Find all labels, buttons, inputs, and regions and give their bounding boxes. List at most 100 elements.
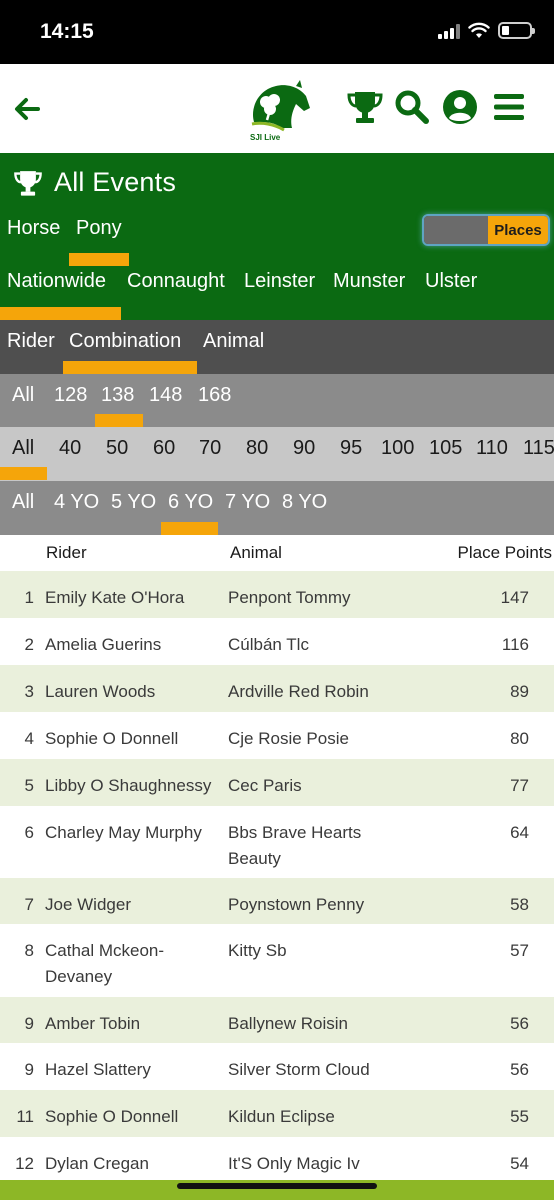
- user-account-icon[interactable]: [441, 88, 479, 126]
- row-rider: Amelia Guerins: [45, 635, 162, 654]
- search-icon[interactable]: [393, 88, 431, 126]
- row-rider: Emily Kate O'Hora: [45, 588, 185, 607]
- row-points: 64: [510, 823, 529, 842]
- row-position: 9: [24, 1060, 34, 1079]
- tab-class-148[interactable]: 148: [149, 384, 182, 407]
- row-points: 57: [510, 941, 529, 960]
- table-row[interactable]: 12 Dylan Cregan It'S Only Magic Iv 54: [0, 1137, 554, 1180]
- tab-leinster[interactable]: Leinster: [244, 270, 315, 293]
- tab-age-4yo[interactable]: 4 YO: [54, 491, 99, 514]
- home-indicator[interactable]: [177, 1183, 377, 1189]
- row-animal: Silver Storm Cloud: [228, 1060, 370, 1079]
- app-header: SJI Live: [0, 64, 554, 153]
- row-rider: Cathal Mckeon-Devaney: [45, 941, 165, 986]
- type-filter-bar: Rider Combination Animal: [0, 320, 554, 374]
- row-rider: Libby O Shaughnessy: [45, 776, 212, 795]
- tab-horse[interactable]: Horse: [7, 217, 60, 240]
- cellular-signal-icon: [438, 23, 460, 39]
- row-animal: Kildun Eclipse: [228, 1107, 335, 1126]
- table-row[interactable]: 7 Joe Widger Poynstown Penny 58: [0, 878, 554, 924]
- row-animal: Poynstown Penny: [228, 895, 365, 914]
- tab-age-5yo[interactable]: 5 YO: [111, 491, 156, 514]
- tab-nationwide[interactable]: Nationwide: [7, 270, 106, 293]
- row-animal: Penpont Tommy: [228, 588, 351, 607]
- height-filter-bar: All 40 50 60 70 80 90 95 100 105 110 115: [0, 427, 554, 481]
- row-animal: Ballynew Roisin: [228, 1014, 348, 1033]
- tab-height-115[interactable]: 115: [523, 437, 554, 460]
- tab-connaught[interactable]: Connaught: [127, 270, 225, 293]
- row-animal: Cec Paris: [228, 776, 302, 795]
- tab-age-6yo[interactable]: 6 YO: [168, 491, 213, 514]
- tab-animal[interactable]: Animal: [203, 330, 264, 353]
- tab-munster[interactable]: Munster: [333, 270, 405, 293]
- row-animal: Bbs Brave Hearts Beauty: [228, 823, 362, 868]
- row-rider: Joe Widger: [45, 895, 131, 914]
- tab-pony-active-indicator: [69, 253, 129, 266]
- table-row[interactable]: 6 Charley May Murphy Bbs Brave Hearts Be…: [0, 806, 554, 878]
- row-rider: Sophie O Donnell: [45, 1107, 179, 1126]
- tab-height-70[interactable]: 70: [199, 437, 221, 460]
- tab-class-168[interactable]: 168: [198, 384, 231, 407]
- row-animal: Kitty Sb: [228, 941, 287, 960]
- tab-height-90[interactable]: 90: [293, 437, 315, 460]
- row-points: 56: [510, 1014, 529, 1033]
- back-arrow-icon[interactable]: [10, 92, 44, 126]
- table-row[interactable]: 9 Amber Tobin Ballynew Roisin 56: [0, 997, 554, 1043]
- row-points: 55: [510, 1107, 529, 1126]
- tab-class-128[interactable]: 128: [54, 384, 87, 407]
- menu-icon[interactable]: [490, 88, 528, 126]
- tab-height-40[interactable]: 40: [59, 437, 81, 460]
- row-position: 2: [24, 635, 34, 654]
- row-rider: Charley May Murphy: [45, 823, 202, 842]
- places-toggle[interactable]: Places: [422, 214, 550, 246]
- table-row[interactable]: 11 Sophie O Donnell Kildun Eclipse 55: [0, 1090, 554, 1137]
- table-row[interactable]: 5 Libby O Shaughnessy Cec Paris 77: [0, 759, 554, 806]
- table-row[interactable]: 3 Lauren Woods Ardville Red Robin 89: [0, 665, 554, 712]
- row-points: 116: [501, 635, 529, 654]
- table-row[interactable]: 4 Sophie O Donnell Cje Rosie Posie 80: [0, 712, 554, 759]
- row-points: 58: [510, 895, 529, 914]
- table-row[interactable]: 9 Hazel Slattery Silver Storm Cloud 56: [0, 1043, 554, 1090]
- battery-icon: [498, 22, 535, 39]
- table-row[interactable]: 2 Amelia Guerins Cúlbán Tlc 116: [0, 618, 554, 665]
- tab-height-95[interactable]: 95: [340, 437, 362, 460]
- tab-height-100[interactable]: 100: [381, 437, 414, 460]
- logo-text: SJI Live: [250, 133, 281, 142]
- page-title-text: All Events: [54, 167, 177, 197]
- status-bar: 14:15: [0, 0, 554, 64]
- table-row[interactable]: 1 Emily Kate O'Hora Penpont Tommy 147: [0, 571, 554, 618]
- row-rider: Lauren Woods: [45, 682, 156, 701]
- row-position: 9: [24, 1014, 34, 1033]
- status-icons: [438, 22, 535, 39]
- tab-combination[interactable]: Combination: [69, 330, 181, 353]
- tab-age-7yo[interactable]: 7 YO: [225, 491, 270, 514]
- tab-ulster[interactable]: Ulster: [425, 270, 477, 293]
- age-filter-bar: All 4 YO 5 YO 6 YO 7 YO 8 YO: [0, 481, 554, 535]
- tab-pony[interactable]: Pony: [76, 217, 122, 240]
- events-header: All Events Horse Pony Places Nationwide …: [0, 153, 554, 320]
- row-points: 80: [510, 729, 529, 748]
- tab-class-all[interactable]: All: [12, 384, 34, 407]
- tab-height-50[interactable]: 50: [106, 437, 128, 460]
- status-time: 14:15: [40, 20, 94, 43]
- row-rider: Sophie O Donnell: [45, 729, 179, 748]
- table-row[interactable]: 8 Cathal Mckeon-Devaney Kitty Sb 57: [0, 924, 554, 997]
- row-position: 1: [24, 588, 34, 607]
- sji-live-logo[interactable]: SJI Live: [240, 78, 312, 142]
- column-header-points[interactable]: Place Points: [458, 543, 553, 563]
- tab-age-all[interactable]: All: [12, 491, 34, 514]
- tab-height-all[interactable]: All: [12, 437, 34, 460]
- tab-height-110[interactable]: 110: [476, 437, 508, 460]
- tab-class-138[interactable]: 138: [101, 384, 134, 407]
- tab-rider[interactable]: Rider: [7, 330, 55, 353]
- trophy-icon[interactable]: [346, 88, 384, 126]
- tab-height-105[interactable]: 105: [429, 437, 462, 460]
- table-header: Rider Animal Place Points: [0, 535, 554, 571]
- tab-age-8yo[interactable]: 8 YO: [282, 491, 327, 514]
- wifi-icon: [468, 22, 490, 38]
- row-animal: Cúlbán Tlc: [228, 635, 309, 654]
- tab-height-60[interactable]: 60: [153, 437, 175, 460]
- tab-height-80[interactable]: 80: [246, 437, 268, 460]
- column-header-animal[interactable]: Animal: [230, 543, 282, 563]
- column-header-rider[interactable]: Rider: [46, 543, 87, 563]
